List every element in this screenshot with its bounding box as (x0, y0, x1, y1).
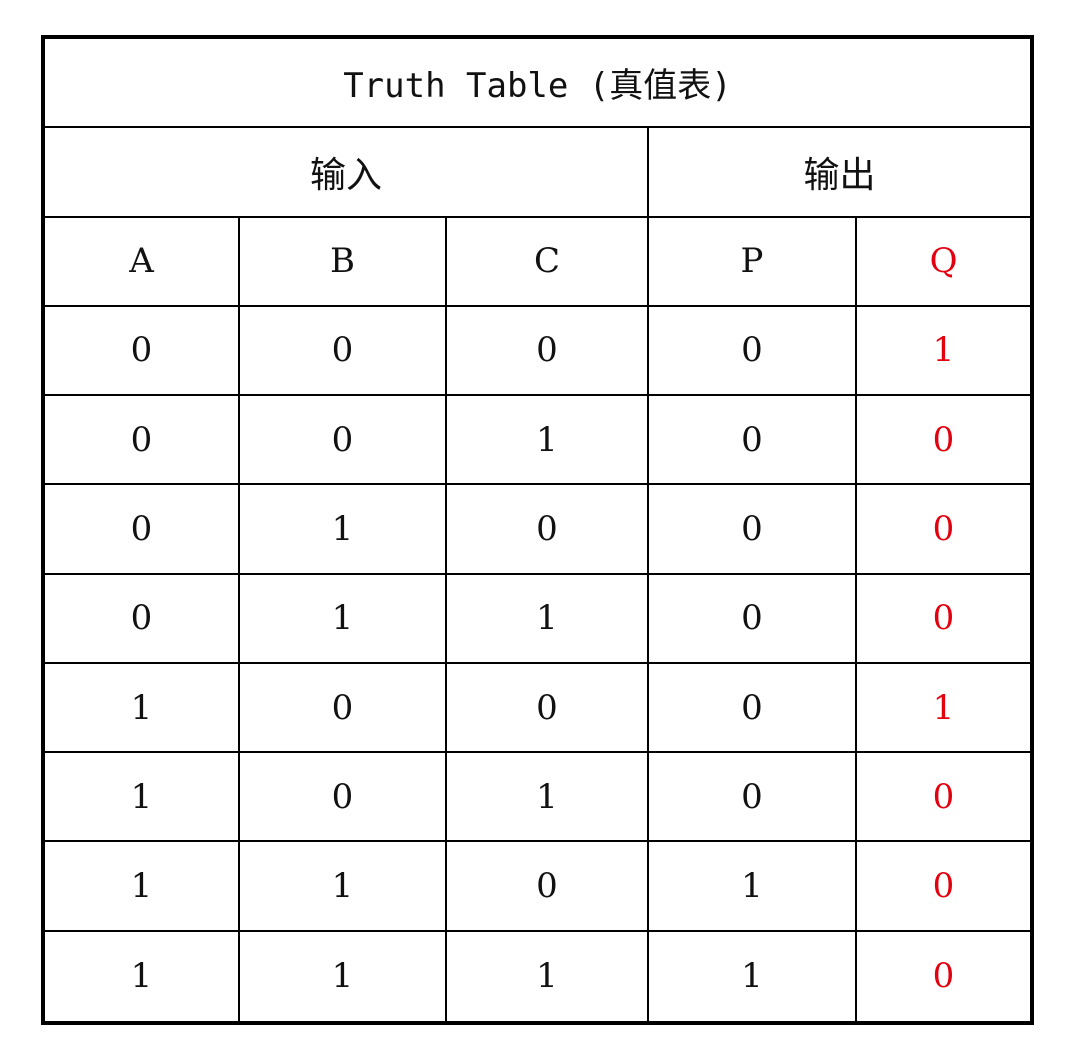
column-header-b: B (240, 217, 447, 307)
table-cell: 0 (649, 663, 857, 754)
column-header-q: Q (857, 218, 1030, 307)
column-header-p: P (649, 217, 857, 307)
table-cell-q: 0 (857, 842, 1030, 932)
table-cell-q: 0 (857, 485, 1030, 575)
table-cell: 0 (240, 663, 447, 754)
table-cell: 0 (240, 396, 447, 486)
table-cell: 0 (447, 306, 649, 397)
truth-table: Truth Table (真值表) 输入 输出 A B C P Q 0 0 0 … (41, 35, 1034, 1025)
table-cell: 0 (649, 753, 857, 843)
table-cell: 1 (240, 842, 447, 932)
table-cell-q: 0 (857, 753, 1030, 843)
group-header-outputs: 输出 (649, 128, 1030, 218)
table-cell: 0 (649, 485, 857, 575)
table-cell: 1 (240, 574, 447, 664)
table-cell-q: 1 (857, 307, 1030, 397)
column-header-a: A (45, 217, 240, 307)
table-cell: 0 (45, 396, 240, 486)
table-cell: 1 (447, 574, 649, 664)
table-cell-q: 0 (857, 396, 1030, 486)
table-cell: 0 (45, 306, 240, 397)
table-cell-q: 0 (857, 575, 1030, 664)
table-cell: 1 (649, 931, 857, 1021)
table-cell-q: 0 (932, 956, 955, 997)
table-title: Truth Table (真值表) (45, 39, 1030, 129)
table-cell: 0 (45, 485, 240, 575)
table-cell: 0 (240, 753, 447, 843)
table-cell: 0 (45, 574, 240, 664)
table-cell: 1 (447, 931, 649, 1021)
table-cell: 1 (45, 753, 240, 843)
table-cell-q: 1 (857, 664, 1030, 754)
group-header-inputs: 输入 (45, 128, 649, 218)
table-cell: 0 (447, 663, 649, 754)
table-cell: 1 (447, 753, 649, 843)
column-header-c: C (447, 217, 649, 307)
table-cell: 0 (447, 485, 649, 575)
table-cell: 1 (45, 842, 240, 932)
table-cell: 1 (240, 485, 447, 575)
table-cell: 0 (649, 574, 857, 664)
table-cell: 0 (447, 842, 649, 932)
table-cell: 1 (649, 842, 857, 932)
table-cell: 1 (240, 931, 447, 1021)
table-cell: 1 (45, 931, 240, 1021)
table-cell: 1 (447, 396, 649, 486)
table-cell: 1 (45, 663, 240, 754)
table-cell: 0 (240, 306, 447, 397)
table-cell: 0 (649, 306, 857, 397)
table-cell: 0 (649, 396, 857, 486)
